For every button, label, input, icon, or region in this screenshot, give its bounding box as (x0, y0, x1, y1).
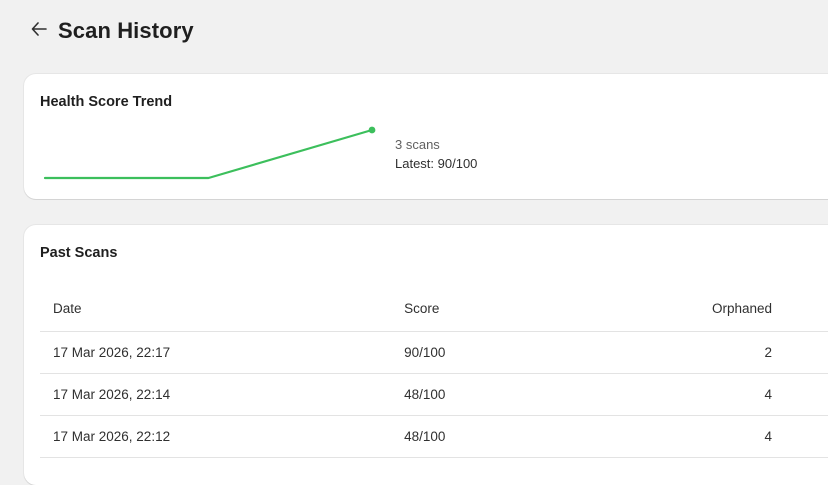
sparkline-line (43, 128, 374, 180)
trend-card-title: Health Score Trend (40, 94, 173, 110)
arrow-left-icon (31, 21, 47, 41)
health-score-sparkline (43, 126, 376, 180)
scan-date: 17 Mar 2026, 22:12 (40, 415, 392, 458)
column-header-date[interactable]: Date (40, 286, 392, 332)
scan-orphaned: 4 (597, 373, 828, 416)
scan-score: 90/100 (391, 331, 598, 374)
scan-count: 3 scans (395, 137, 440, 152)
scan-score: 48/100 (391, 373, 598, 416)
column-header-score[interactable]: Score (391, 286, 598, 332)
page-title: Scan History (58, 18, 194, 43)
page-header: Scan History (28, 14, 194, 48)
trend-meta: 3 scans Latest: 90/100 (395, 137, 477, 171)
past-scans-title: Past Scans (40, 245, 118, 261)
table-row[interactable]: 17 Mar 2026, 22:14 48/100 4 (40, 373, 828, 416)
scan-date: 17 Mar 2026, 22:14 (40, 373, 392, 416)
past-scans-card: Past Scans Date Score Orphaned 17 Mar 20… (24, 225, 828, 485)
table-row[interactable]: 17 Mar 2026, 22:17 90/100 2 (40, 331, 828, 374)
past-scans-table: Date Score Orphaned 17 Mar 2026, 22:17 9… (40, 286, 828, 458)
health-score-trend-card: Health Score Trend 3 scans Latest: 90/10… (24, 74, 828, 199)
latest-score: Latest: 90/100 (395, 156, 478, 171)
table-header-row: Date Score Orphaned (40, 286, 828, 332)
scan-date: 17 Mar 2026, 22:17 (40, 331, 392, 374)
scan-score: 48/100 (391, 415, 598, 458)
sparkline-latest-point (368, 126, 376, 134)
scan-orphaned: 2 (597, 331, 828, 374)
column-header-orphaned[interactable]: Orphaned (597, 286, 828, 332)
scan-orphaned: 4 (597, 415, 828, 458)
back-button[interactable] (28, 20, 50, 42)
table-row[interactable]: 17 Mar 2026, 22:12 48/100 4 (40, 415, 828, 458)
